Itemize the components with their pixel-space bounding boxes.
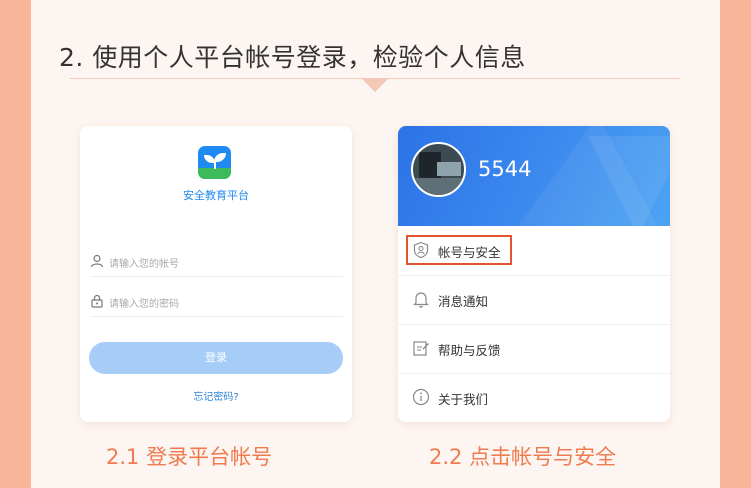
password-field[interactable]: 请输入您的密码 xyxy=(90,288,343,317)
edit-note-icon xyxy=(413,341,429,356)
login-screen-card: 安全教育平台 请输入您的帐号 请输入您的密码 登录 忘记密码? xyxy=(80,126,352,422)
username-field[interactable]: 请输入您的帐号 xyxy=(90,248,343,277)
caption-account-security-step: 2.2 点击帐号与安全 xyxy=(429,445,617,469)
menu-item-about-us[interactable]: 关于我们 xyxy=(398,374,670,422)
forgot-password-link[interactable]: 忘记密码? xyxy=(80,388,352,403)
info-icon xyxy=(412,388,430,406)
profile-username: 5544 xyxy=(478,157,532,181)
menu-item-label: 消息通知 xyxy=(438,294,489,309)
app-brand-name: 安全教育平台 xyxy=(183,189,249,202)
password-placeholder: 请输入您的密码 xyxy=(109,299,179,310)
menu-item-label: 关于我们 xyxy=(438,392,489,407)
bell-icon xyxy=(413,292,429,308)
user-icon xyxy=(90,254,104,268)
login-button[interactable]: 登录 xyxy=(89,342,343,374)
menu-item-label: 帮助与反馈 xyxy=(438,343,501,358)
account-security-highlight-box xyxy=(406,235,512,265)
menu-item-notifications[interactable]: 消息通知 xyxy=(398,276,670,325)
username-placeholder: 请输入您的帐号 xyxy=(109,259,179,270)
step-title: 2. 使用个人平台帐号登录，检验个人信息 xyxy=(59,43,526,72)
menu-item-help-feedback[interactable]: 帮助与反馈 xyxy=(398,325,670,374)
profile-screen-card: 5544 帐号与安全 消息通知 帮助与反馈 关于我们 xyxy=(398,126,670,422)
title-divider-arrow xyxy=(362,79,388,92)
lock-icon xyxy=(91,294,103,308)
caption-login-step: 2.1 登录平台帐号 xyxy=(106,445,273,469)
app-logo-icon xyxy=(198,146,231,179)
profile-header: 5544 xyxy=(398,126,670,226)
avatar[interactable] xyxy=(411,142,466,197)
